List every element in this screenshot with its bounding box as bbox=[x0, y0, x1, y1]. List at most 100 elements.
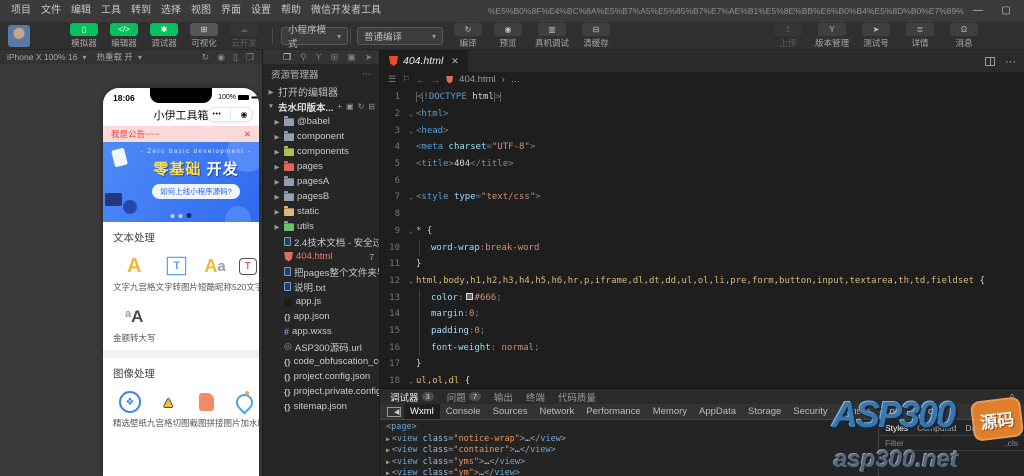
fold-icon[interactable] bbox=[406, 227, 416, 235]
device-select[interactable]: iPhone X 100% 16 bbox=[7, 52, 86, 62]
carousel-dot[interactable] bbox=[187, 213, 192, 218]
device-frame-icon[interactable]: ▯ bbox=[233, 50, 238, 64]
tree-item[interactable]: utils bbox=[263, 219, 379, 234]
code-line[interactable]: 10word-wrap:break-word bbox=[380, 239, 1024, 256]
styles-tab-dataset[interactable]: DataSet bbox=[965, 423, 996, 433]
menubar-item[interactable]: 帮助 bbox=[276, 0, 306, 22]
toolbar-button-upload-icon[interactable]: ↥上传 bbox=[766, 23, 810, 49]
code-line[interactable]: 18ul,ol,dl { bbox=[380, 373, 1024, 388]
fold-icon[interactable] bbox=[406, 277, 416, 285]
tree-item[interactable]: project.config.json bbox=[263, 369, 379, 384]
tool-item[interactable]: 文字九宫格 bbox=[113, 254, 156, 293]
new-folder-icon[interactable]: ▣ bbox=[346, 102, 354, 111]
open-editors-row[interactable]: 打开的编辑器 bbox=[263, 84, 379, 99]
devtools-tab-wxml[interactable]: Wxml bbox=[404, 404, 440, 419]
compile-mode-select[interactable]: 普通编译 bbox=[357, 27, 443, 45]
toolbar-button-simulator-icon[interactable]: ▯模拟器 bbox=[64, 23, 104, 49]
tool-item[interactable]: 截图拼接 bbox=[190, 390, 224, 429]
toolbar-button-cloud-dev-icon[interactable]: ☁云开发 bbox=[224, 23, 264, 49]
devtools-tab-memory[interactable]: Memory bbox=[647, 404, 693, 419]
code-line[interactable]: 15padding:0; bbox=[380, 323, 1024, 340]
toolbar-button-details-icon[interactable]: ≣详情 bbox=[898, 23, 942, 49]
menubar-item[interactable]: 工具 bbox=[96, 0, 126, 22]
notice-close-icon[interactable]: ✕ bbox=[244, 129, 251, 140]
carousel-dot[interactable] bbox=[171, 214, 175, 218]
code-line[interactable]: 11} bbox=[380, 256, 1024, 273]
panel-tab-3[interactable]: 终端 bbox=[526, 390, 545, 404]
tree-item[interactable]: 2.4技术文档 - 安全过滤... bbox=[263, 234, 379, 249]
tree-item[interactable]: ASP300源码.url bbox=[263, 339, 379, 354]
tree-item[interactable]: 把pages整个文件夹导... bbox=[263, 264, 379, 279]
code-line[interactable]: 5<title>404</title> bbox=[380, 156, 1024, 173]
banner-carousel[interactable]: - Zero basic development - 零基础 开发 如何上线小程… bbox=[103, 142, 259, 222]
pointer-icon[interactable]: ➤ bbox=[365, 52, 373, 63]
code-line[interactable]: 2<html> bbox=[380, 106, 1024, 123]
toolbar-button-clear-cache-icon[interactable]: ⊟清缓存 bbox=[576, 23, 616, 49]
menubar-item[interactable]: 编辑 bbox=[66, 0, 96, 22]
wxml-node[interactable]: ▶<view class="container">…</view> bbox=[386, 445, 872, 457]
bookmark-icon[interactable]: ⚐ bbox=[402, 74, 410, 85]
source-control-icon[interactable]: Y bbox=[316, 52, 322, 62]
toolbar-button-preview-icon[interactable]: ◉预览 bbox=[488, 23, 528, 49]
rotate-icon[interactable]: ↻ bbox=[202, 50, 210, 64]
fold-icon[interactable] bbox=[406, 377, 416, 385]
styles-tab-computed[interactable]: Computed bbox=[917, 423, 956, 433]
tool-item[interactable]: 短酷昵称 bbox=[198, 254, 232, 293]
devtools-tab-sensor[interactable]: Sensor bbox=[834, 404, 876, 419]
devtools-tab-storage[interactable]: Storage bbox=[742, 404, 787, 419]
toolbar-button-editor-icon[interactable]: </>编辑器 bbox=[104, 23, 144, 49]
maximize-button[interactable]: ▢ bbox=[992, 0, 1020, 22]
forward-icon[interactable]: → bbox=[431, 75, 440, 85]
editor-more-icon[interactable] bbox=[1005, 52, 1016, 70]
tree-item[interactable]: @babel bbox=[263, 114, 379, 129]
code-editor[interactable]: 1<!DOCTYPE html>2<html>3<head>4<meta cha… bbox=[380, 87, 1024, 388]
mode-select[interactable]: 小程序模式 bbox=[281, 27, 348, 45]
styles-tab-styles[interactable]: Styles bbox=[885, 423, 908, 433]
tree-item[interactable]: pages bbox=[263, 159, 379, 174]
tool-item[interactable]: 文字转图片 bbox=[156, 254, 199, 293]
expand-icon[interactable]: ▶ bbox=[386, 435, 390, 443]
tree-item[interactable]: component bbox=[263, 129, 379, 144]
tool-item[interactable]: 九宫格切图 bbox=[147, 390, 190, 429]
minimize-button[interactable]: — bbox=[964, 0, 992, 22]
wxml-node[interactable]: ▶<view class="notice-wrap">…</view> bbox=[386, 434, 872, 446]
code-line[interactable]: 16font-weight: normal; bbox=[380, 339, 1024, 356]
code-line[interactable]: 9* { bbox=[380, 223, 1024, 240]
code-line[interactable]: 12html,body,h1,h2,h3,h4,h5,h6,hr,p,ifram… bbox=[380, 273, 1024, 290]
tab-404-html[interactable]: 404.html ✕ bbox=[380, 50, 468, 72]
devtools-tab-appdata[interactable]: AppData bbox=[693, 404, 742, 419]
outline-icon[interactable]: ☰ bbox=[388, 74, 396, 85]
fold-icon[interactable] bbox=[406, 193, 416, 201]
tree-item[interactable]: pagesB bbox=[263, 189, 379, 204]
toolbar-button-messages-icon[interactable]: Ω消息 bbox=[942, 23, 986, 49]
hot-reload-toggle[interactable]: 热重载 开 bbox=[96, 51, 141, 63]
devtools-tab-security[interactable]: Security bbox=[787, 404, 833, 419]
files-icon[interactable]: ❐ bbox=[283, 52, 291, 63]
tool-item[interactable]: 图片加水印 bbox=[224, 390, 259, 429]
search-icon[interactable]: ⚲ bbox=[300, 52, 307, 63]
code-line[interactable]: 6 bbox=[380, 172, 1024, 189]
tree-item[interactable]: pagesA bbox=[263, 174, 379, 189]
devtools-tab-network[interactable]: Network bbox=[533, 404, 580, 419]
panel-tab-4[interactable]: 代码质量 bbox=[558, 390, 596, 404]
inspect-element-icon[interactable] bbox=[387, 407, 401, 417]
devtools-tab-mock[interactable]: Mock bbox=[876, 404, 911, 419]
fold-icon[interactable] bbox=[406, 110, 416, 118]
explorer-more-icon[interactable]: ⋯ bbox=[362, 69, 372, 80]
toolbar-button-version-control-icon[interactable]: Y版本管理 bbox=[810, 23, 854, 49]
devtools-tab-performance[interactable]: Performance bbox=[580, 404, 646, 419]
cls-toggle[interactable]: .cls bbox=[1005, 438, 1018, 448]
tool-item[interactable]: 精选壁纸 bbox=[113, 390, 147, 429]
menubar-item[interactable]: 项目 bbox=[6, 0, 36, 22]
tool-item[interactable]: 金额转大写 bbox=[113, 305, 156, 344]
back-icon[interactable]: ← bbox=[416, 75, 425, 85]
styles-filter-input[interactable]: Filter bbox=[885, 438, 904, 448]
exit-button[interactable]: ◉ bbox=[240, 111, 247, 119]
tree-item[interactable]: app.json bbox=[263, 309, 379, 324]
more-button[interactable]: ••• bbox=[213, 111, 222, 118]
new-file-icon[interactable]: + bbox=[337, 102, 342, 111]
menubar-item[interactable]: 界面 bbox=[216, 0, 246, 22]
package-icon[interactable]: ▣ bbox=[347, 52, 356, 63]
panel-tab-2[interactable]: 输出 bbox=[494, 390, 513, 404]
carousel-dot[interactable] bbox=[179, 214, 183, 218]
